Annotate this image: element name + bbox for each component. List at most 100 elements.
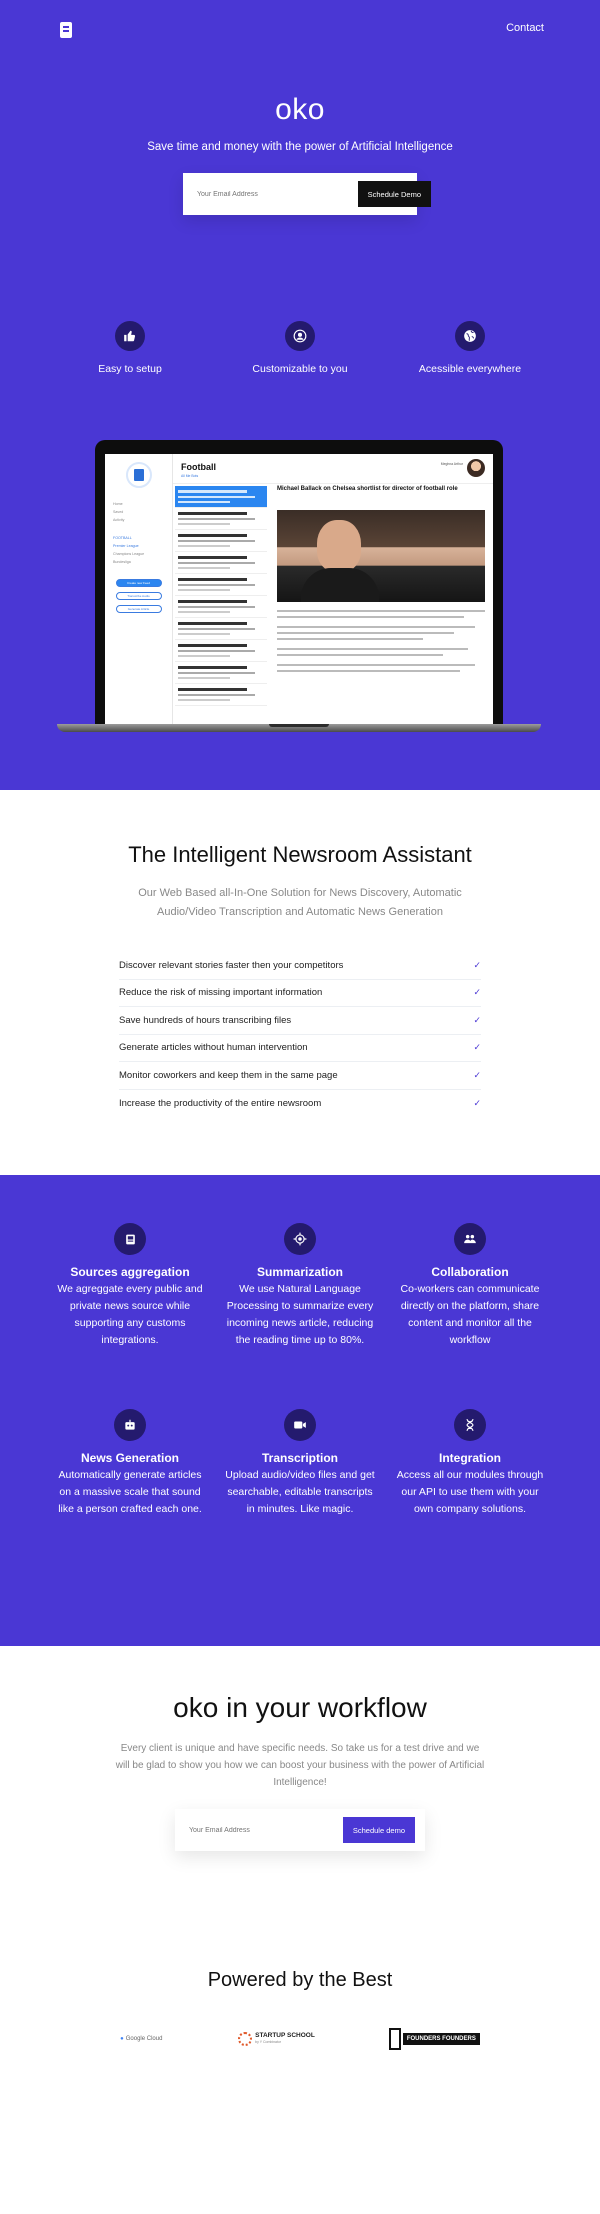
check-icon: ✓	[473, 1097, 481, 1108]
powered-title: Powered by the Best	[207, 1969, 393, 1991]
workflow-section: oko in your workflow Every client is uni…	[0, 1646, 600, 1927]
app-nav-item: Saved	[113, 510, 124, 514]
article-photo	[277, 509, 485, 602]
module-title: Sources aggregation	[70, 1265, 190, 1279]
modules-row: Sources aggregation We agreggate every p…	[0, 1223, 600, 1349]
hero-email-form: Schedule Demo	[183, 173, 431, 215]
partner-sub: by Y Combinator	[255, 2040, 282, 2044]
schedule-demo-button[interactable]: Schedule Demo	[357, 181, 431, 207]
app-button: Generate Article	[115, 605, 162, 613]
assistant-subtitle: Our Web Based all-In-One Solution for Ne…	[138, 887, 462, 918]
hero-features: Easy to setup Customizable to you Acessi…	[0, 321, 600, 375]
app-tabs: All Me Bots	[181, 474, 199, 478]
schedule-demo-button[interactable]: Schedule demo	[342, 1817, 415, 1843]
module-title: News Generation	[80, 1451, 180, 1465]
app-nav-item: Activity	[113, 518, 125, 522]
module-integration: Integration Access all our modules throu…	[385, 1409, 555, 1518]
app-nav: Home Saved Activity FOOTBALL Premier Lea…	[105, 496, 172, 574]
workflow-email-input[interactable]	[175, 1809, 335, 1851]
checklist-text: Reduce the risk of missing important inf…	[119, 987, 323, 999]
checklist-item: Reduce the risk of missing important inf…	[119, 980, 481, 1007]
workflow-email-form: Schedule demo	[175, 1809, 425, 1851]
avatar	[467, 459, 485, 477]
list-item	[175, 662, 267, 684]
module-text: Upload audio/video files and get searcha…	[225, 1469, 375, 1515]
google-cloud-logo: ● Google Cloud	[120, 2036, 163, 2042]
module-text: Co-workers can communicate directly on t…	[400, 1283, 540, 1346]
list-item	[175, 684, 267, 706]
check-icon: ✓	[473, 1042, 481, 1053]
workflow-subtitle: Every client is unique and have specific…	[115, 1743, 485, 1788]
laptop-mockup: Home Saved Activity FOOTBALL Premier Lea…	[57, 440, 541, 732]
app-news-list	[175, 486, 267, 724]
modules-row: News Generation Automatically generate a…	[0, 1409, 600, 1518]
module-text: We use Natural Language Processing to su…	[226, 1283, 374, 1346]
benefits-checklist: Discover relevant stories faster then yo…	[119, 952, 481, 1117]
module-sources-aggregation: Sources aggregation We agreggate every p…	[45, 1223, 215, 1349]
thumbs-up-icon	[115, 321, 145, 351]
check-icon: ✓	[473, 959, 481, 970]
app-user-name: Meghna Arthur	[440, 462, 463, 466]
workflow-title: oko in your workflow	[173, 1692, 427, 1723]
checklist-text: Increase the productivity of the entire …	[119, 1097, 322, 1109]
startup-school-logo: STARTUP SCHOOL by Y Combinator	[238, 2032, 315, 2046]
top-nav: Contact	[0, 0, 600, 60]
checklist-item: Discover relevant stories faster then yo…	[119, 952, 481, 980]
app-page-title: Football	[181, 462, 216, 472]
brand-title: oko	[275, 93, 325, 126]
app-category: FOOTBALL	[113, 536, 132, 540]
founders-founders-logo: FOUNDERS FOUNDERS	[388, 2028, 480, 2050]
laptop-lid: Home Saved Activity FOOTBALL Premier Lea…	[95, 440, 503, 724]
hero-email-input[interactable]	[183, 173, 343, 215]
app-category: Bundesliga	[113, 560, 131, 564]
group-icon	[454, 1223, 486, 1255]
list-item	[175, 574, 267, 596]
oko-document-icon[interactable]	[60, 22, 72, 38]
module-news-generation: News Generation Automatically generate a…	[45, 1409, 215, 1518]
user-circle-icon	[285, 321, 315, 351]
contact-link[interactable]: Contact	[506, 22, 544, 34]
list-item	[175, 596, 267, 618]
robot-icon	[114, 1409, 146, 1441]
dna-icon	[454, 1409, 486, 1441]
modules-section: Sources aggregation We agreggate every p…	[0, 1175, 600, 1646]
hero-section: Contact oko Save time and money with the…	[0, 0, 600, 790]
checklist-text: Monitor coworkers and keep them in the s…	[119, 1069, 338, 1081]
feature-customizable: Customizable to you	[215, 321, 385, 375]
module-text: We agreggate every public and private ne…	[57, 1283, 203, 1346]
app-button: Create new Feed	[115, 579, 162, 587]
app-screenshot: Home Saved Activity FOOTBALL Premier Lea…	[105, 454, 493, 724]
app-article-title: Michael Ballack on Chelsea shortlist for…	[277, 486, 458, 492]
list-item	[175, 508, 267, 530]
globe-icon	[455, 321, 485, 351]
app-button: Transcribe Audio	[115, 592, 162, 600]
app-topbar: Football All Me Bots Meghna Arthur	[173, 454, 493, 484]
partner-name: STARTUP SCHOOL	[255, 2032, 315, 2039]
feature-easy-setup: Easy to setup	[45, 321, 215, 375]
app-nav-item: Home	[113, 502, 123, 506]
checklist-text: Generate articles without human interven…	[119, 1042, 308, 1054]
checklist-text: Save hundreds of hours transcribing file…	[119, 1014, 292, 1026]
list-item	[175, 640, 267, 662]
list-item	[175, 486, 267, 508]
app-logo-icon	[125, 462, 152, 488]
checklist-item: Generate articles without human interven…	[119, 1035, 481, 1062]
app-category: Premier League	[113, 544, 139, 548]
feature-label: Easy to setup	[98, 363, 162, 375]
checklist-item: Save hundreds of hours transcribing file…	[119, 1007, 481, 1035]
check-icon: ✓	[473, 1014, 481, 1025]
module-text: Automatically generate articles on a mas…	[58, 1469, 202, 1515]
checklist-item: Monitor coworkers and keep them in the s…	[119, 1062, 481, 1090]
feature-label: Acessible everywhere	[418, 363, 522, 375]
app-category: Champions League	[113, 552, 145, 556]
module-text: Access all our modules through our API t…	[396, 1469, 544, 1515]
module-summarization: Summarization We use Natural Language Pr…	[215, 1223, 385, 1349]
feature-accessible: Acessible everywhere	[385, 321, 555, 375]
module-collaboration: Collaboration Co-workers can communicate…	[385, 1223, 555, 1349]
check-icon: ✓	[473, 1069, 481, 1080]
partner-name: FOUNDERS FOUNDERS	[402, 2033, 480, 2045]
feature-label: Customizable to you	[252, 363, 348, 375]
assistant-title: The Intelligent Newsroom Assistant	[128, 842, 472, 867]
list-item	[175, 618, 267, 640]
document-icon	[114, 1223, 146, 1255]
